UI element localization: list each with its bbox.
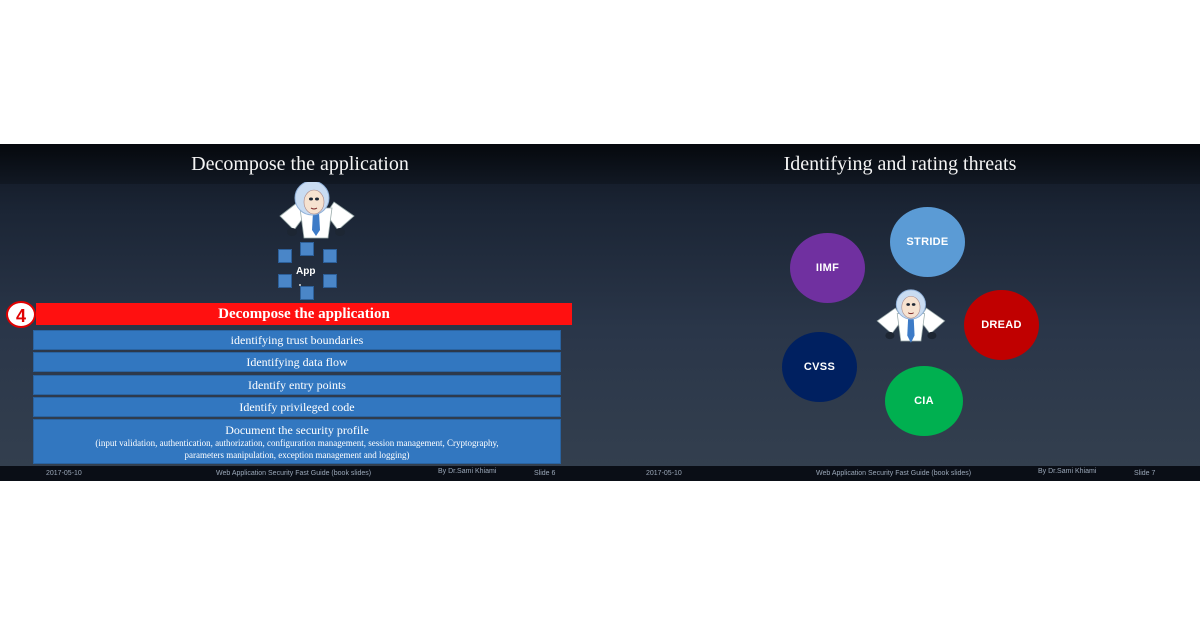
- decoration-dot: [299, 284, 301, 286]
- footer-author: By Dr.Sami Khiami: [438, 468, 497, 475]
- character-icon: [279, 182, 355, 239]
- list-item: Identify privileged code: [33, 397, 561, 417]
- footer-date: 2017-05-10: [646, 470, 682, 477]
- module-square-icon: [323, 249, 337, 263]
- footer-title: Web Application Security Fast Guide (boo…: [816, 470, 972, 477]
- footer-date: 2017-05-10: [46, 470, 82, 477]
- slide-title: Identifying and rating threats: [600, 144, 1200, 184]
- profile-title: Document the security profile: [225, 423, 369, 437]
- footer-slide-number: Slide 6: [534, 470, 556, 477]
- module-square-icon: [323, 274, 337, 288]
- dread-circle: DREAD: [964, 290, 1039, 360]
- stride-circle: STRIDE: [890, 207, 965, 277]
- slide-title: Decompose the application: [0, 144, 600, 184]
- module-square-icon: [300, 242, 314, 256]
- iimf-circle: IIMF: [790, 233, 865, 303]
- slide-footer: 2017-05-10 Web Application Security Fast…: [600, 466, 1200, 481]
- list-item: Identifying data flow: [33, 352, 561, 372]
- heading-bar: Decompose the application: [36, 303, 572, 325]
- cia-circle: CIA: [885, 366, 963, 436]
- module-square-icon: [278, 249, 292, 263]
- character-icon: [876, 289, 946, 343]
- security-profile-item: Document the security profile (input val…: [33, 419, 561, 464]
- step-number-badge: 4: [6, 301, 36, 328]
- profile-detail-line-1: (input validation, authentication, autho…: [95, 438, 499, 448]
- slide-decompose-application: Decompose the application App Decompose …: [0, 144, 600, 481]
- slide-identifying-threats: Identifying and rating threats STRIDE II…: [600, 144, 1200, 481]
- footer-title: Web Application Security Fast Guide (boo…: [216, 470, 372, 477]
- profile-detail-line-2: parameters manipulation, exception manag…: [184, 450, 410, 460]
- list-item: Identify entry points: [33, 375, 561, 395]
- app-label: App: [296, 266, 316, 277]
- footer-author: By Dr.Sami Khiami: [1038, 468, 1097, 475]
- cvss-circle: CVSS: [782, 332, 857, 402]
- footer-slide-number: Slide 7: [1134, 470, 1156, 477]
- slide-footer: 2017-05-10 Web Application Security Fast…: [0, 466, 600, 481]
- module-square-icon: [300, 286, 314, 300]
- module-square-icon: [278, 274, 292, 288]
- list-item: identifying trust boundaries: [33, 330, 561, 350]
